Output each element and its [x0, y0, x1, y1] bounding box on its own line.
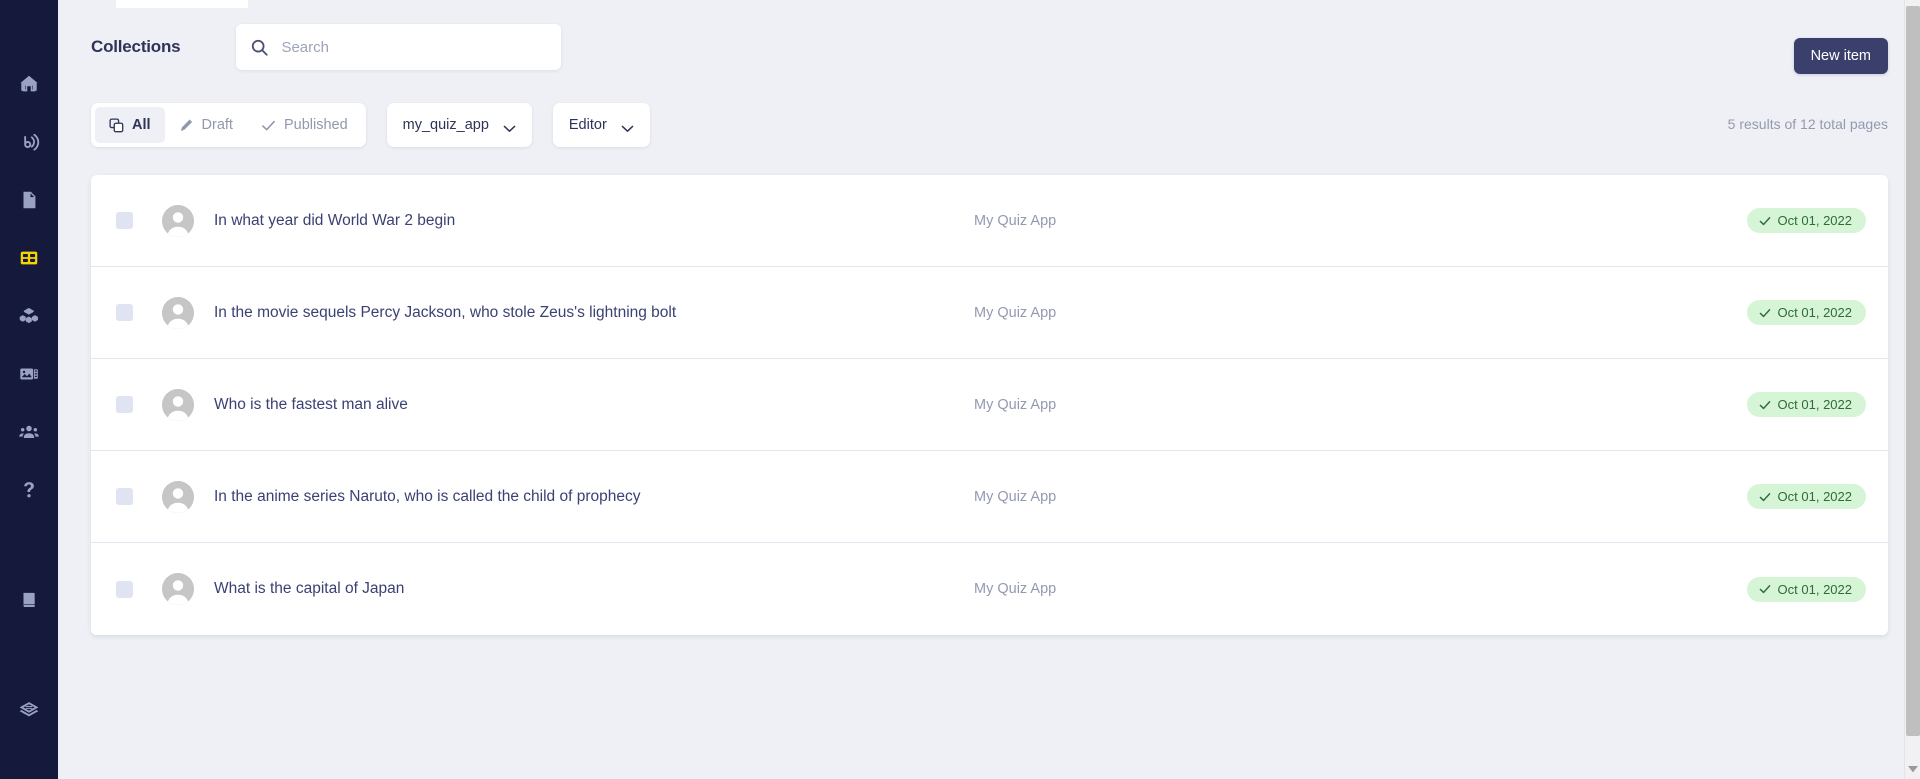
sidebar-item-collections[interactable] — [0, 229, 58, 287]
media-icon — [18, 363, 40, 385]
users-icon — [18, 421, 40, 443]
table-row[interactable]: Who is the fastest man alive My Quiz App… — [91, 359, 1888, 451]
check-icon — [1759, 491, 1771, 503]
sidebar — [0, 0, 58, 779]
status-badge-label: Oct 01, 2022 — [1778, 397, 1852, 412]
table-row[interactable]: In what year did World War 2 begin My Qu… — [91, 175, 1888, 267]
sidebar-item-components[interactable] — [0, 287, 58, 345]
role-select-label: Editor — [569, 117, 607, 133]
avatar — [162, 205, 194, 237]
check-icon — [1759, 399, 1771, 411]
check-icon — [1759, 307, 1771, 319]
filter-tab-published[interactable]: Published — [247, 107, 362, 143]
search-input[interactable] — [281, 24, 547, 70]
avatar — [162, 297, 194, 329]
check-icon — [261, 118, 276, 133]
filter-tab-all[interactable]: All — [95, 107, 165, 143]
table-icon — [18, 247, 40, 269]
sidebar-item-media[interactable] — [0, 345, 58, 403]
chevron-down-icon — [621, 121, 634, 129]
status-badge-label: Oct 01, 2022 — [1778, 213, 1852, 228]
row-checkbox[interactable] — [116, 304, 133, 321]
sidebar-nav-secondary — [0, 461, 58, 779]
row-app: My Quiz App — [974, 397, 1747, 413]
question-mark-icon — [18, 479, 40, 501]
row-checkbox[interactable] — [116, 581, 133, 598]
table-row[interactable]: In the movie sequels Percy Jackson, who … — [91, 267, 1888, 359]
table-row[interactable]: What is the capital of Japan My Quiz App… — [91, 543, 1888, 635]
status-badge-label: Oct 01, 2022 — [1778, 582, 1852, 597]
scrollbar-thumb[interactable] — [1906, 6, 1920, 736]
sidebar-item-pages[interactable] — [0, 171, 58, 229]
sidebar-item-docs[interactable] — [0, 571, 58, 629]
document-icon — [18, 189, 40, 211]
sidebar-item-layers[interactable] — [0, 681, 58, 739]
home-icon — [18, 73, 40, 95]
row-app: My Quiz App — [974, 489, 1747, 505]
avatar — [162, 573, 194, 605]
vertical-scrollbar[interactable] — [1904, 0, 1920, 779]
row-title: What is the capital of Japan — [214, 580, 974, 598]
check-icon — [1759, 215, 1771, 227]
sidebar-item-help[interactable] — [0, 461, 58, 519]
blocks-icon — [18, 305, 40, 327]
row-checkbox[interactable] — [116, 396, 133, 413]
new-item-button[interactable]: New item — [1794, 38, 1888, 74]
status-badge-label: Oct 01, 2022 — [1778, 489, 1852, 504]
status-filter-group: All Draft Publis — [91, 103, 366, 147]
filter-tab-published-label: Published — [284, 117, 348, 133]
main-content: Collections New item — [58, 0, 1920, 779]
results-count: 5 results of 12 total pages — [1728, 116, 1888, 132]
row-title: In the anime series Naruto, who is calle… — [214, 488, 974, 506]
search-box[interactable] — [236, 24, 561, 70]
filter-tab-draft[interactable]: Draft — [165, 107, 247, 143]
row-app: My Quiz App — [974, 305, 1747, 321]
row-checkbox[interactable] — [116, 488, 133, 505]
row-app: My Quiz App — [974, 213, 1747, 229]
status-badge: Oct 01, 2022 — [1747, 300, 1866, 325]
layers-icon — [17, 698, 41, 722]
book-icon — [18, 589, 40, 611]
app-select-label: my_quiz_app — [403, 117, 489, 133]
avatar — [162, 481, 194, 513]
scroll-down-arrow-icon[interactable] — [1905, 762, 1920, 776]
avatar — [162, 389, 194, 421]
status-badge-label: Oct 01, 2022 — [1778, 305, 1852, 320]
search-icon — [250, 38, 269, 57]
chevron-down-icon — [503, 121, 516, 129]
filter-bar: All Draft Publis — [91, 103, 1888, 147]
filter-tab-draft-label: Draft — [202, 117, 233, 133]
sidebar-item-home[interactable] — [0, 55, 58, 113]
status-badge: Oct 01, 2022 — [1747, 484, 1866, 509]
table-row[interactable]: In the anime series Naruto, who is calle… — [91, 451, 1888, 543]
status-badge: Oct 01, 2022 — [1747, 208, 1866, 233]
role-select[interactable]: Editor — [553, 103, 650, 147]
page-header: Collections New item — [91, 0, 1888, 94]
app-select[interactable]: my_quiz_app — [387, 103, 532, 147]
sidebar-item-users[interactable] — [0, 403, 58, 461]
row-title: Who is the fastest man alive — [214, 396, 974, 414]
row-checkbox[interactable] — [116, 212, 133, 229]
filter-tab-all-label: All — [132, 117, 151, 133]
sidebar-item-api[interactable] — [0, 113, 58, 171]
app-root: Collections New item — [0, 0, 1920, 779]
collections-list: In what year did World War 2 begin My Qu… — [91, 175, 1888, 635]
status-badge: Oct 01, 2022 — [1747, 392, 1866, 417]
copy-icon — [109, 118, 124, 133]
row-app: My Quiz App — [974, 581, 1747, 597]
pencil-icon — [179, 118, 194, 133]
sidebar-nav-primary — [0, 55, 58, 461]
row-title: In what year did World War 2 begin — [214, 212, 974, 230]
check-icon — [1759, 583, 1771, 595]
page-title: Collections — [91, 37, 180, 57]
row-title: In the movie sequels Percy Jackson, who … — [214, 304, 974, 322]
api-icon — [18, 131, 40, 153]
status-badge: Oct 01, 2022 — [1747, 577, 1866, 602]
